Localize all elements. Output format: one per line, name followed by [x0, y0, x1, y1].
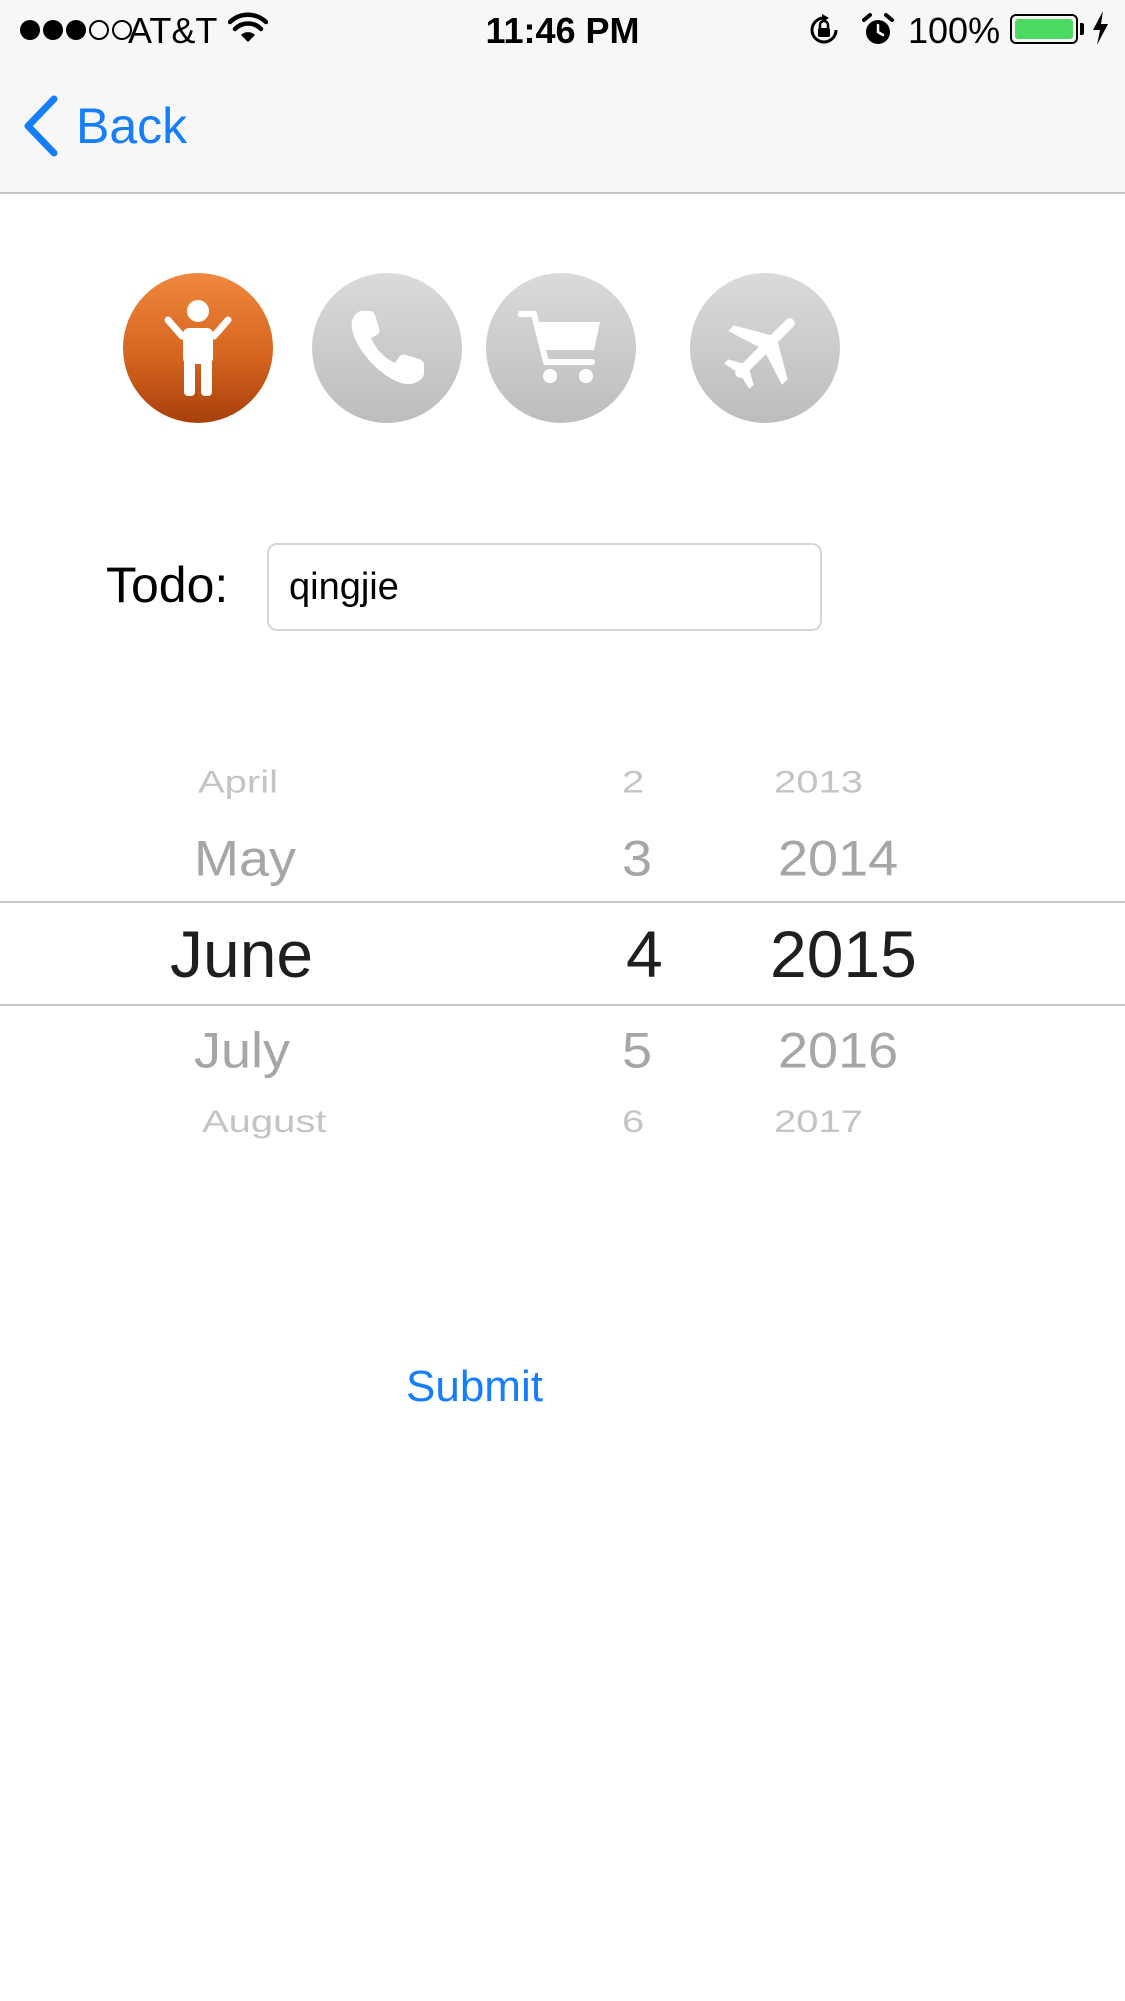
month-option[interactable]: April: [198, 765, 278, 800]
year-option[interactable]: 2017: [774, 1105, 863, 1140]
category-person-button[interactable]: [123, 273, 273, 423]
person-icon: [164, 300, 232, 396]
battery-tip: [1080, 23, 1084, 35]
year-option[interactable]: 2014: [778, 830, 898, 888]
month-option-selected[interactable]: June: [170, 916, 313, 992]
back-button[interactable]: Back: [22, 94, 187, 158]
rotation-lock-icon: [806, 12, 842, 53]
selection-bottom-line: [0, 1004, 1125, 1006]
date-picker[interactable]: April May June July August 2 3 4 5 6 201…: [0, 730, 1125, 1170]
year-option[interactable]: 2016: [778, 1022, 898, 1080]
todo-input[interactable]: [267, 543, 822, 631]
selection-top-line: [0, 901, 1125, 903]
status-bar: AT&T 11:46 PM 100%: [0, 0, 1125, 64]
charging-bolt-icon: [1090, 10, 1110, 51]
year-option[interactable]: 2013: [774, 765, 863, 800]
category-cart-button[interactable]: [486, 273, 636, 423]
chevron-left-icon: [24, 95, 58, 157]
battery-percentage: 100%: [908, 10, 1001, 51]
todo-label: Todo:: [106, 557, 229, 613]
day-option[interactable]: 6: [622, 1105, 644, 1140]
category-phone-button[interactable]: [312, 273, 462, 423]
category-airplane-button[interactable]: [690, 273, 840, 423]
cart-icon: [518, 311, 600, 383]
phone-icon: [351, 311, 424, 385]
submit-button[interactable]: Submit: [406, 1362, 543, 1412]
battery-level: [1015, 19, 1073, 39]
year-option-selected[interactable]: 2015: [770, 916, 917, 992]
day-option[interactable]: 3: [622, 830, 652, 888]
back-button-label: Back: [76, 98, 188, 154]
day-option[interactable]: 5: [622, 1022, 652, 1080]
battery-icon: [1010, 14, 1078, 44]
month-option[interactable]: August: [202, 1105, 327, 1140]
month-option[interactable]: July: [194, 1022, 290, 1080]
navigation-bar: AT&T 11:46 PM 100% Back: [0, 0, 1125, 194]
alarm-icon: [860, 12, 896, 53]
day-option-selected[interactable]: 4: [626, 916, 663, 992]
month-option[interactable]: May: [194, 830, 296, 888]
airplane-icon: [723, 318, 795, 390]
day-option[interactable]: 2: [622, 765, 644, 800]
